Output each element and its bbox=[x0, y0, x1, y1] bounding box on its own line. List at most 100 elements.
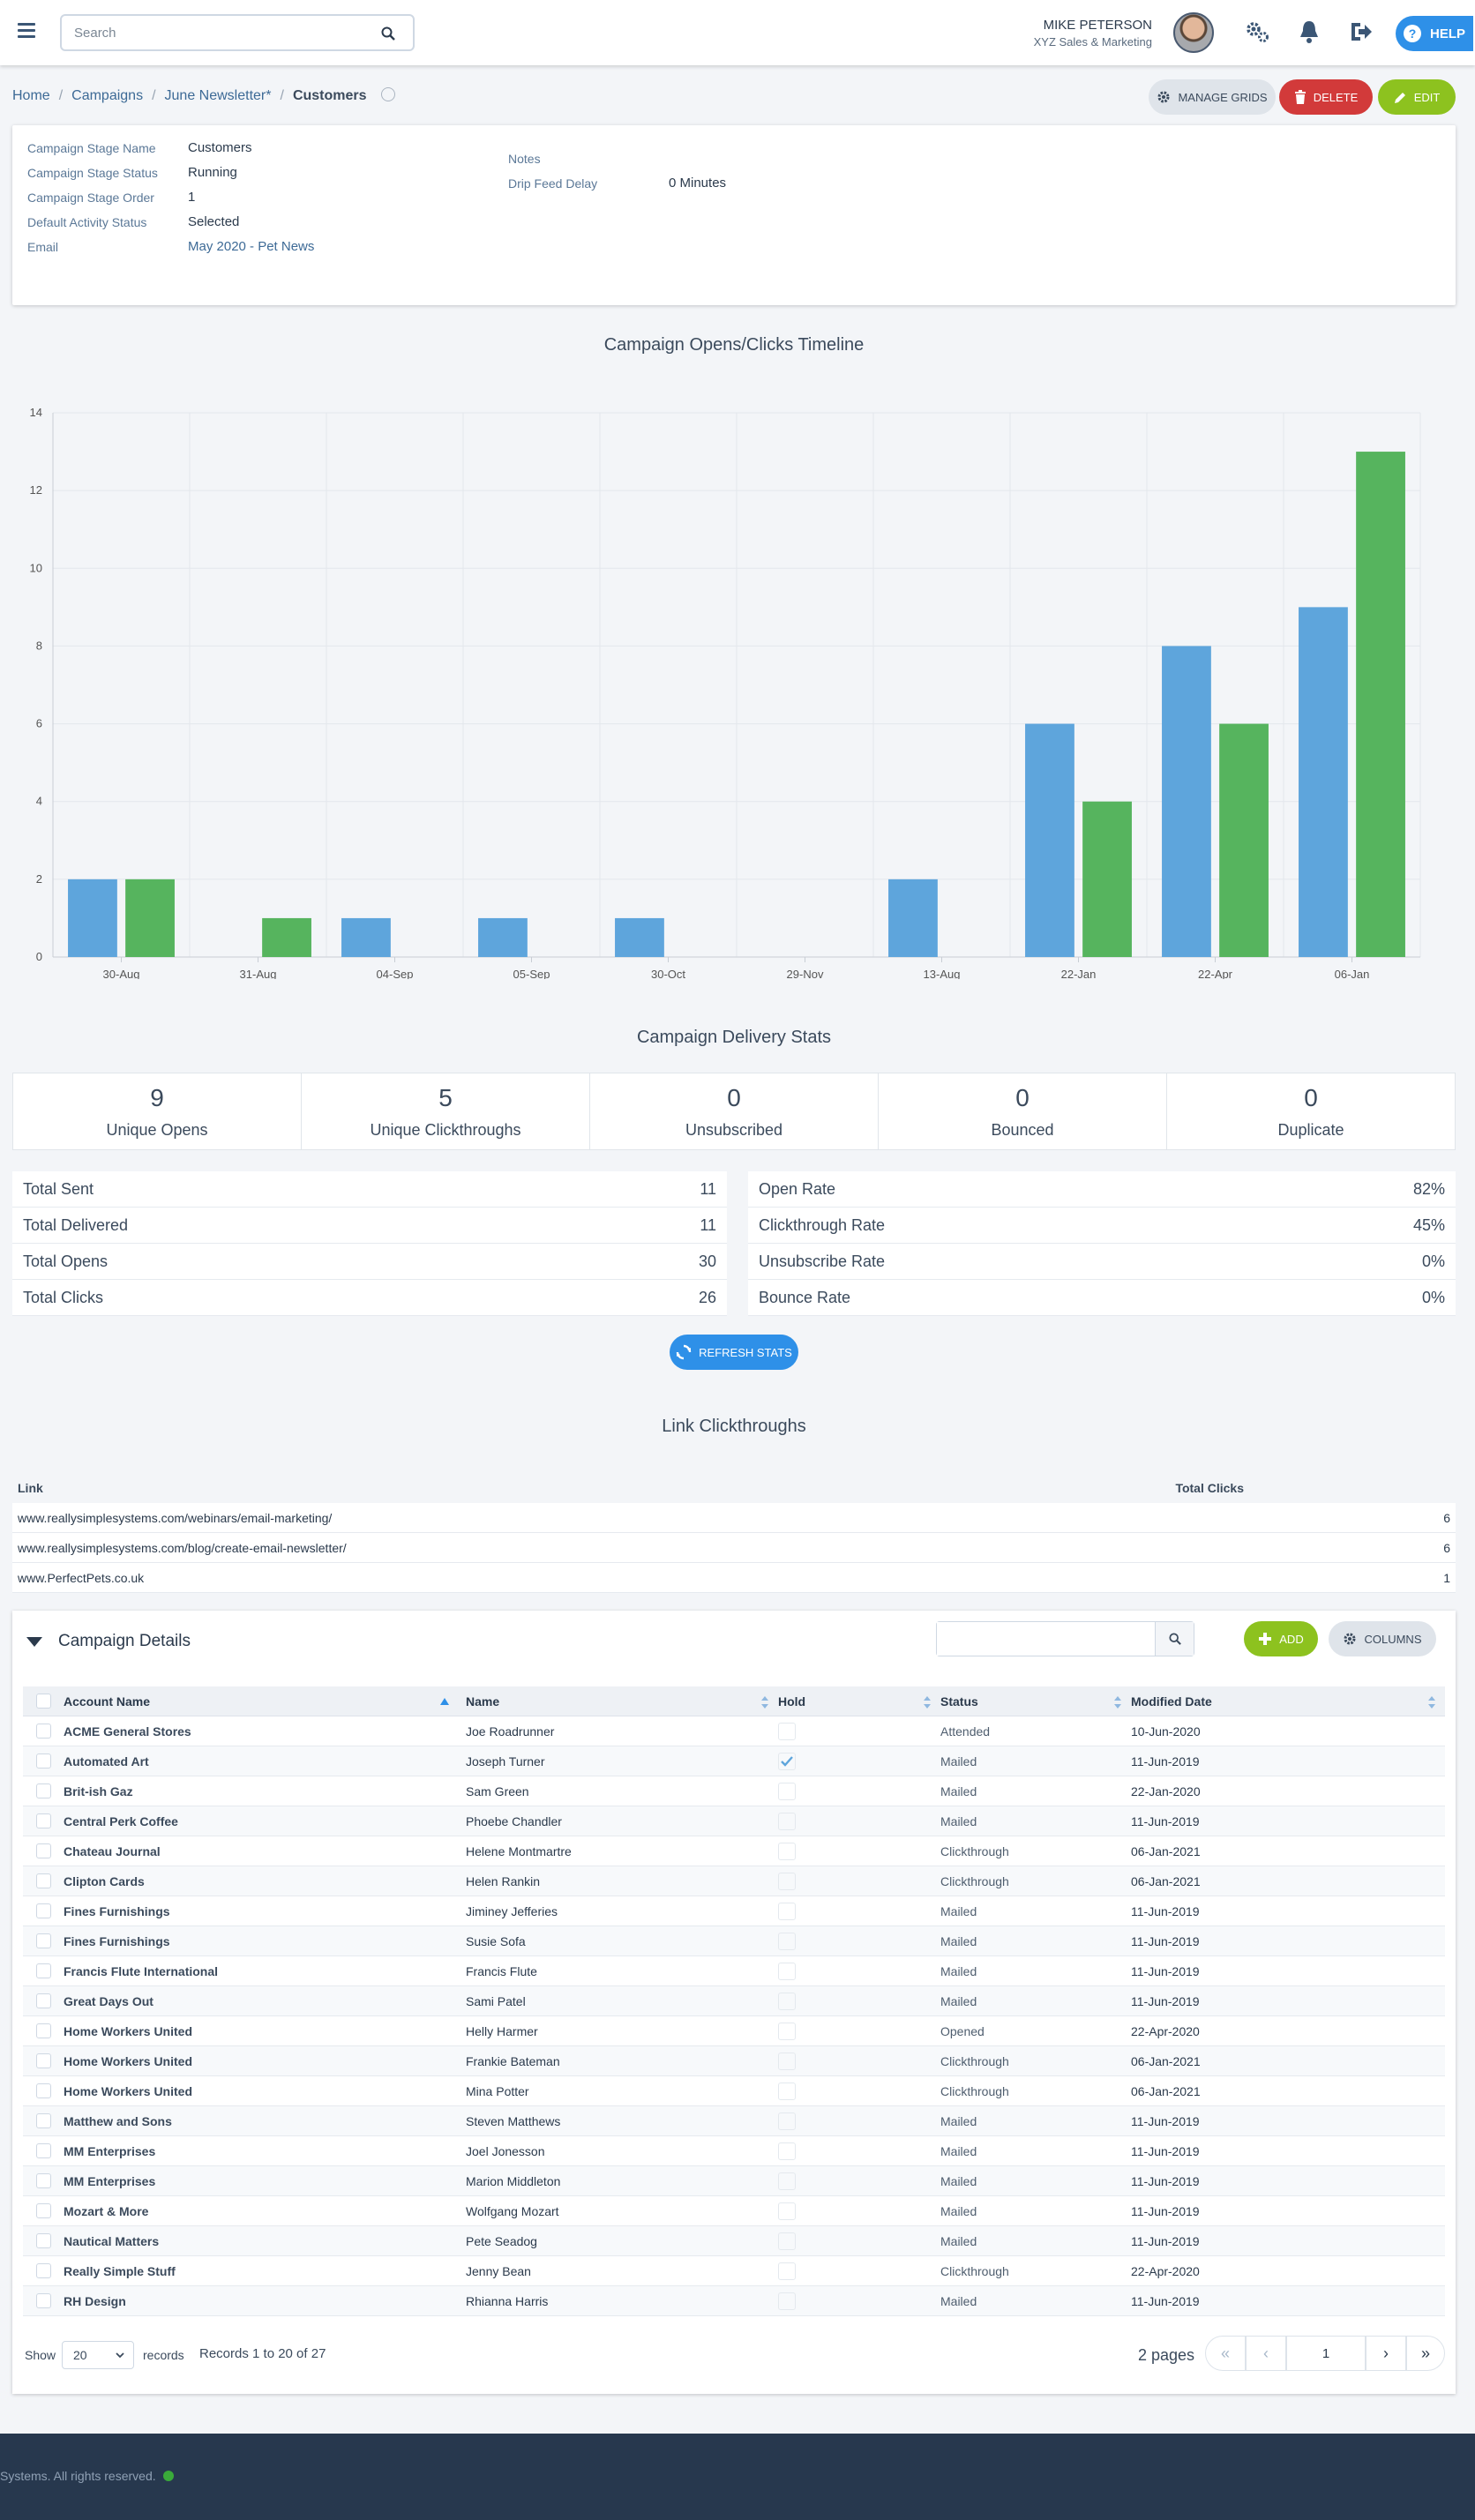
search-input[interactable] bbox=[62, 16, 362, 49]
row-checkbox[interactable] bbox=[35, 2143, 51, 2158]
row-checkbox[interactable] bbox=[35, 2083, 51, 2098]
row-checkbox[interactable] bbox=[35, 2113, 51, 2128]
hold-checkbox[interactable] bbox=[778, 1722, 796, 1740]
row-checkbox[interactable] bbox=[35, 1873, 51, 1888]
cell-account[interactable]: ACME General Stores bbox=[64, 1724, 466, 1739]
cell-name[interactable]: Helen Rankin bbox=[466, 1874, 778, 1888]
col-modified-date[interactable]: Modified Date bbox=[1131, 1694, 1445, 1709]
cell-name[interactable]: Sam Green bbox=[466, 1784, 778, 1798]
row-checkbox[interactable] bbox=[35, 1933, 51, 1948]
hold-checkbox[interactable] bbox=[778, 2202, 796, 2220]
table-row[interactable]: Really Simple Stuff Jenny Bean Clickthroug… bbox=[23, 2256, 1445, 2286]
add-button[interactable]: ADD bbox=[1244, 1621, 1318, 1656]
row-checkbox[interactable] bbox=[35, 2053, 51, 2068]
cell-name[interactable]: Rhianna Harris bbox=[466, 2294, 778, 2308]
hold-checkbox[interactable] bbox=[778, 1812, 796, 1830]
last-page-button[interactable]: » bbox=[1406, 2336, 1445, 2371]
cell-name[interactable]: Francis Flute bbox=[466, 1964, 778, 1978]
edit-button[interactable]: EDIT bbox=[1378, 79, 1456, 115]
col-account-name[interactable]: Account Name bbox=[64, 1694, 466, 1709]
current-page-input[interactable]: 1 bbox=[1286, 2336, 1366, 2371]
cell-name[interactable]: Mina Potter bbox=[466, 2084, 778, 2098]
settings-gears-icon[interactable] bbox=[1244, 19, 1270, 49]
cell-account[interactable]: Chateau Journal bbox=[64, 1844, 466, 1858]
table-row[interactable]: MM Enterprises Marion Middleton Mailed 11-J… bbox=[23, 2166, 1445, 2196]
row-checkbox[interactable] bbox=[35, 2263, 51, 2278]
table-row[interactable]: Chateau Journal Helene Montmartre Clickthr… bbox=[23, 1836, 1445, 1866]
cell-account[interactable]: Fines Furnishings bbox=[64, 1934, 466, 1948]
refresh-stats-button[interactable]: REFRESH STATS bbox=[670, 1335, 798, 1370]
bell-icon[interactable] bbox=[1299, 19, 1320, 49]
link-url[interactable]: www.PerfectPets.co.uk bbox=[18, 1571, 144, 1585]
cell-account[interactable]: Home Workers United bbox=[64, 2024, 466, 2038]
search-icon[interactable] bbox=[381, 26, 395, 45]
cell-name[interactable]: Joe Roadrunner bbox=[466, 1724, 778, 1739]
hold-checkbox[interactable] bbox=[778, 1992, 796, 2010]
hold-checkbox[interactable] bbox=[778, 2292, 796, 2310]
user-info[interactable]: MIKE PETERSON XYZ Sales & Marketing bbox=[1034, 18, 1152, 49]
col-status[interactable]: Status bbox=[940, 1694, 1131, 1709]
row-checkbox[interactable] bbox=[35, 1963, 51, 1978]
cell-account[interactable]: Home Workers United bbox=[64, 2054, 466, 2068]
hold-checkbox[interactable] bbox=[778, 1872, 796, 1890]
row-checkbox[interactable] bbox=[35, 2293, 51, 2308]
prev-page-button[interactable]: ‹ bbox=[1246, 2336, 1286, 2371]
hold-checkbox[interactable] bbox=[778, 2112, 796, 2130]
cell-account[interactable]: Brit-ish Gaz bbox=[64, 1784, 466, 1798]
cell-name[interactable]: Marion Middleton bbox=[466, 2174, 778, 2188]
cell-name[interactable]: Phoebe Chandler bbox=[466, 1814, 778, 1828]
grid-search-input[interactable] bbox=[937, 1622, 1155, 1656]
cell-account[interactable]: Really Simple Stuff bbox=[64, 2264, 466, 2278]
email-link[interactable]: May 2020 - Pet News bbox=[188, 239, 314, 254]
cell-account[interactable]: Great Days Out bbox=[64, 1994, 466, 2008]
cell-account[interactable]: Mozart & More bbox=[64, 2204, 466, 2218]
cell-account[interactable]: MM Enterprises bbox=[64, 2174, 466, 2188]
cell-account[interactable]: Home Workers United bbox=[64, 2084, 466, 2098]
row-checkbox[interactable] bbox=[35, 1724, 51, 1739]
row-checkbox[interactable] bbox=[35, 1754, 51, 1768]
row-checkbox[interactable] bbox=[35, 1993, 51, 2008]
cell-name[interactable]: Susie Sofa bbox=[466, 1934, 778, 1948]
row-checkbox[interactable] bbox=[35, 1813, 51, 1828]
table-row[interactable]: Fines Furnishings Jiminey Jefferies Mailed… bbox=[23, 1896, 1445, 1926]
table-row[interactable]: Central Perk Coffee Phoebe Chandler Mailed… bbox=[23, 1806, 1445, 1836]
table-row[interactable]: Brit-ish Gaz Sam Green Mailed 22-Jan-2020 bbox=[23, 1776, 1445, 1806]
table-row[interactable]: Matthew and Sons Steven Matthews Mailed 11-… bbox=[23, 2106, 1445, 2136]
link-url[interactable]: www.reallysimplesystems.com/blog/create-… bbox=[18, 1541, 347, 1555]
row-checkbox[interactable] bbox=[35, 1783, 51, 1798]
table-row[interactable]: Nautical Matters Pete Seadog Mailed 11-Jun-… bbox=[23, 2226, 1445, 2256]
hold-checkbox[interactable] bbox=[778, 2142, 796, 2160]
hold-checkbox[interactable] bbox=[778, 2232, 796, 2250]
table-row[interactable]: Fines Furnishings Susie Sofa Mailed 11-Jun-… bbox=[23, 1926, 1445, 1956]
table-row[interactable]: Francis Flute International Francis Flute… bbox=[23, 1956, 1445, 1986]
cell-account[interactable]: RH Design bbox=[64, 2294, 466, 2308]
help-button[interactable]: ? HELP bbox=[1396, 16, 1473, 51]
cell-account[interactable]: Nautical Matters bbox=[64, 2234, 466, 2248]
cell-name[interactable]: Jenny Bean bbox=[466, 2264, 778, 2278]
hold-checkbox[interactable] bbox=[778, 1932, 796, 1950]
cell-name[interactable]: Joseph Turner bbox=[466, 1754, 778, 1768]
page-size-select[interactable]: 20 bbox=[62, 2341, 134, 2369]
cell-name[interactable]: Jiminey Jefferies bbox=[466, 1904, 778, 1918]
cell-name[interactable]: Frankie Bateman bbox=[466, 2054, 778, 2068]
table-row[interactable]: Home Workers United Helly Harmer Opened 22-… bbox=[23, 2016, 1445, 2046]
table-row[interactable]: RH Design Rhianna Harris Mailed 11-Jun-2019 bbox=[23, 2286, 1445, 2316]
table-row[interactable]: MM Enterprises Joel Jonesson Mailed 11-Jun-… bbox=[23, 2136, 1445, 2166]
info-icon[interactable] bbox=[380, 87, 395, 101]
hold-checkbox[interactable] bbox=[778, 2262, 796, 2280]
breadcrumb-campaigns[interactable]: Campaigns bbox=[71, 88, 143, 103]
cell-name[interactable]: Helly Harmer bbox=[466, 2024, 778, 2038]
row-checkbox[interactable] bbox=[35, 2023, 51, 2038]
cell-name[interactable]: Sami Patel bbox=[466, 1994, 778, 2008]
cell-name[interactable]: Joel Jonesson bbox=[466, 2144, 778, 2158]
menu-icon[interactable] bbox=[18, 23, 35, 38]
cell-account[interactable]: Matthew and Sons bbox=[64, 2114, 466, 2128]
row-checkbox[interactable] bbox=[35, 2203, 51, 2218]
hold-checkbox[interactable] bbox=[778, 1842, 796, 1860]
col-name[interactable]: Name bbox=[466, 1694, 778, 1709]
first-page-button[interactable]: « bbox=[1205, 2336, 1246, 2371]
cell-account[interactable]: MM Enterprises bbox=[64, 2144, 466, 2158]
cell-account[interactable]: Central Perk Coffee bbox=[64, 1814, 466, 1828]
delete-button[interactable]: DELETE bbox=[1279, 79, 1373, 115]
row-checkbox[interactable] bbox=[35, 1843, 51, 1858]
